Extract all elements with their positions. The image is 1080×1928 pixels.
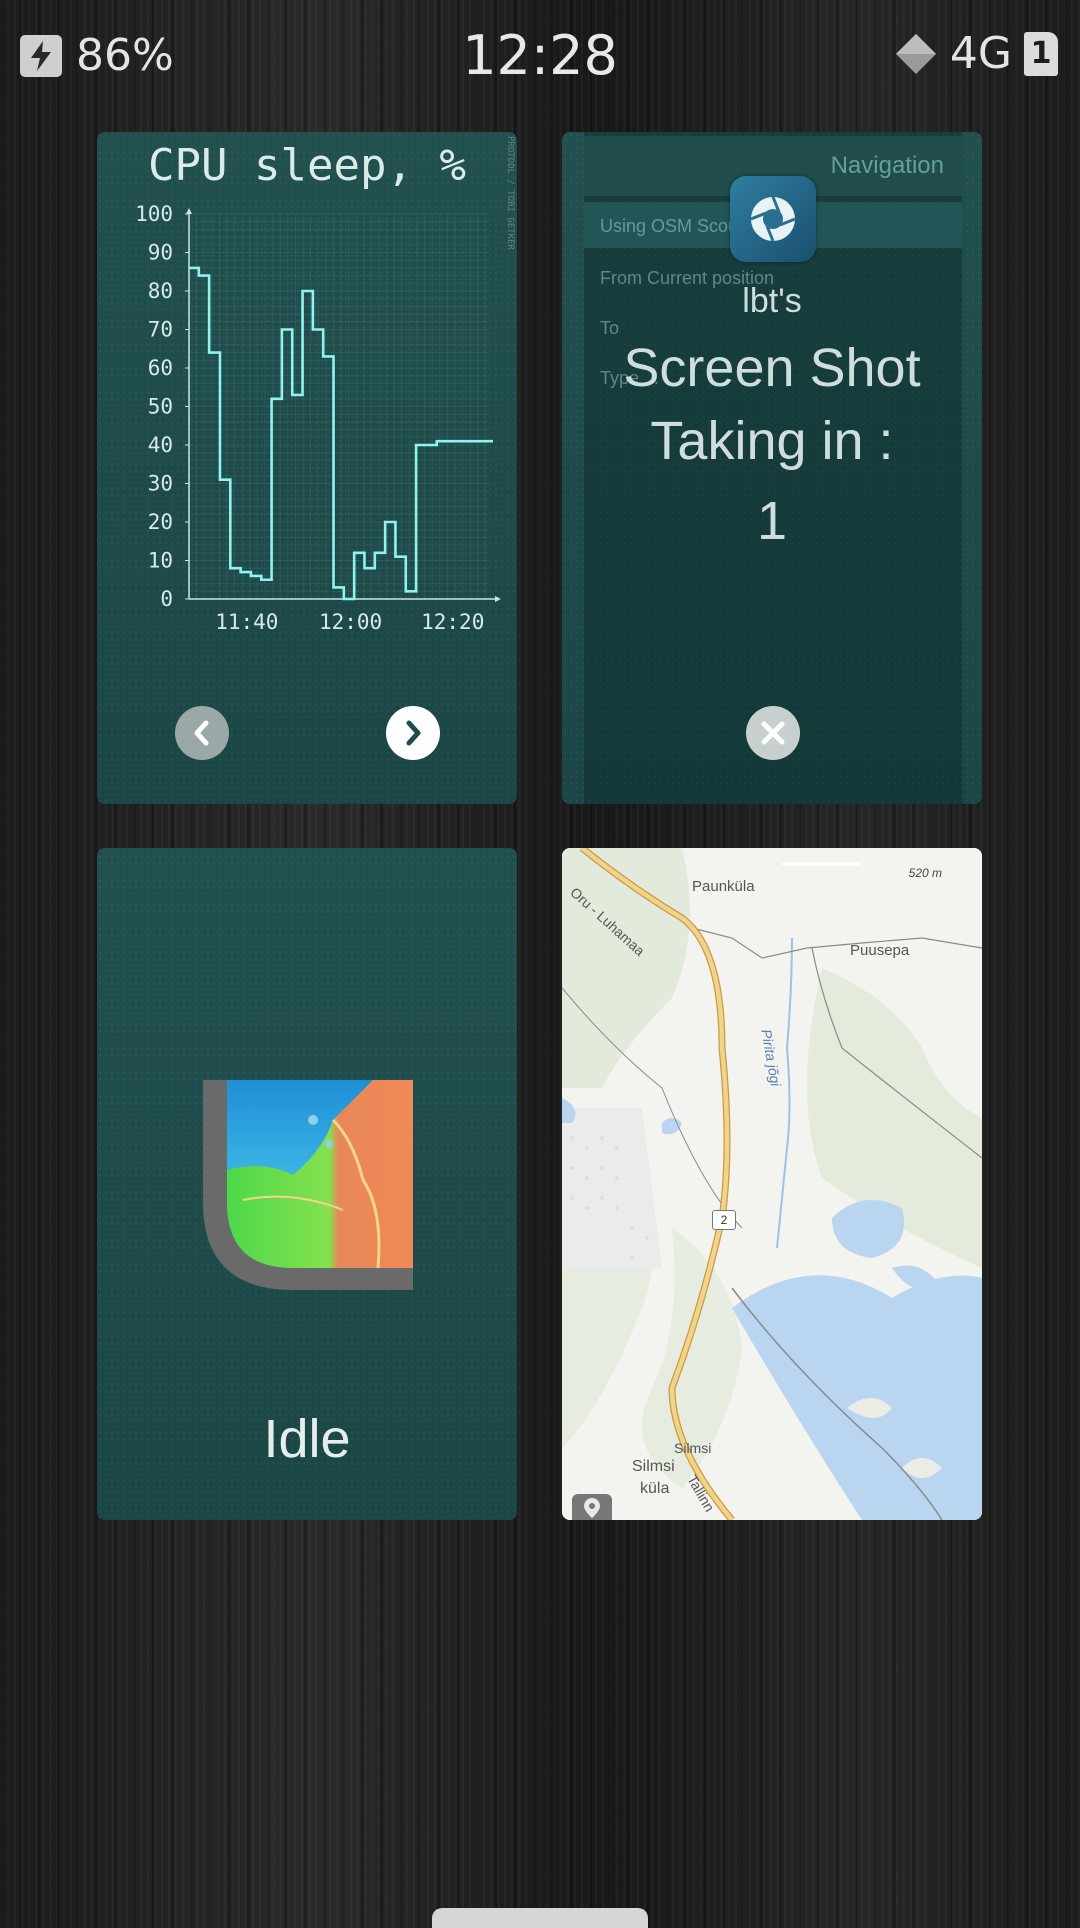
map-label-silmsi-kula-1: Silmsi [632,1458,675,1475]
map-scale: 520 m [908,866,942,880]
y-tick-label: 40 [148,433,173,457]
home-indicator[interactable] [432,1908,648,1928]
y-tick-label: 30 [148,472,173,496]
sim-slot: 1 [1030,36,1052,71]
map-label-paunkula: Paunküla [692,878,755,895]
previous-button[interactable] [175,706,229,760]
y-tick-label: 90 [148,241,173,265]
y-tick-label: 80 [148,279,173,303]
y-tick-label: 0 [160,587,173,611]
y-tick-label: 60 [148,356,173,380]
navigation-title: Navigation [830,152,944,179]
x-tick-label: 12:20 [421,610,484,634]
map-label-silmsi-kula-2: küla [640,1480,670,1497]
map-canvas [562,848,982,1520]
map-label-puusepa: Puusepa [850,942,910,959]
y-tick-label: 50 [148,395,173,419]
network-indicator: 4G 1 [894,28,1058,79]
y-tick-label: 100 [135,202,173,226]
sim-card-icon: 1 [1024,31,1058,76]
y-tick-label: 70 [148,318,173,342]
map-label-silmsi: Silmsi [674,1440,712,1456]
signal-icon [895,33,936,74]
weather-status: Idle [263,1409,351,1469]
location-pin-icon[interactable] [572,1494,612,1520]
screenshot-countdown: 1 [756,491,788,551]
y-axis-arrow [186,208,192,214]
close-icon [761,721,785,745]
x-tick-label: 11:40 [215,610,278,634]
network-type: 4G [949,28,1012,79]
chevron-left-icon [194,720,209,746]
screenshot-subtitle: Taking in : [650,411,894,471]
y-tick-label: 10 [148,549,173,573]
status-bar: 86% 12:28 4G 1 [0,0,1080,110]
cpu-cover-card[interactable]: CPU sleep, % PROTOOL / TOBI GETKER 0 10 20… [97,132,517,804]
weather-cover-card[interactable]: Idle [97,848,517,1520]
navigation-to-field: To [600,318,620,338]
map-cover-card[interactable]: 520 m Paunküla Puusepa Oru - Luhamaa Pir… [562,848,982,1520]
x-axis-arrow [495,596,501,602]
x-tick-label: 12:00 [319,610,382,634]
screenshot-title: Screen Shot [623,338,921,398]
cpu-chart-title: CPU sleep, % [148,140,466,191]
screenshot-owner: lbt's [742,282,802,320]
weather-map-icon [203,1080,413,1290]
next-button[interactable] [386,706,440,760]
close-button[interactable] [746,706,800,760]
road-number-badge: 2 [712,1210,736,1230]
camera-shutter-icon [730,176,816,262]
cpu-sleep-chart: 0 10 20 30 40 50 60 70 80 90 100 11:40 12:00 12:20 [135,202,501,634]
navigation-cover-card[interactable]: Navigation Using OSM Scout From Current … [562,132,982,804]
y-tick-label: 20 [148,510,173,534]
navigation-using-label: Using OSM Scout [600,216,744,236]
chevron-right-icon [406,720,421,746]
